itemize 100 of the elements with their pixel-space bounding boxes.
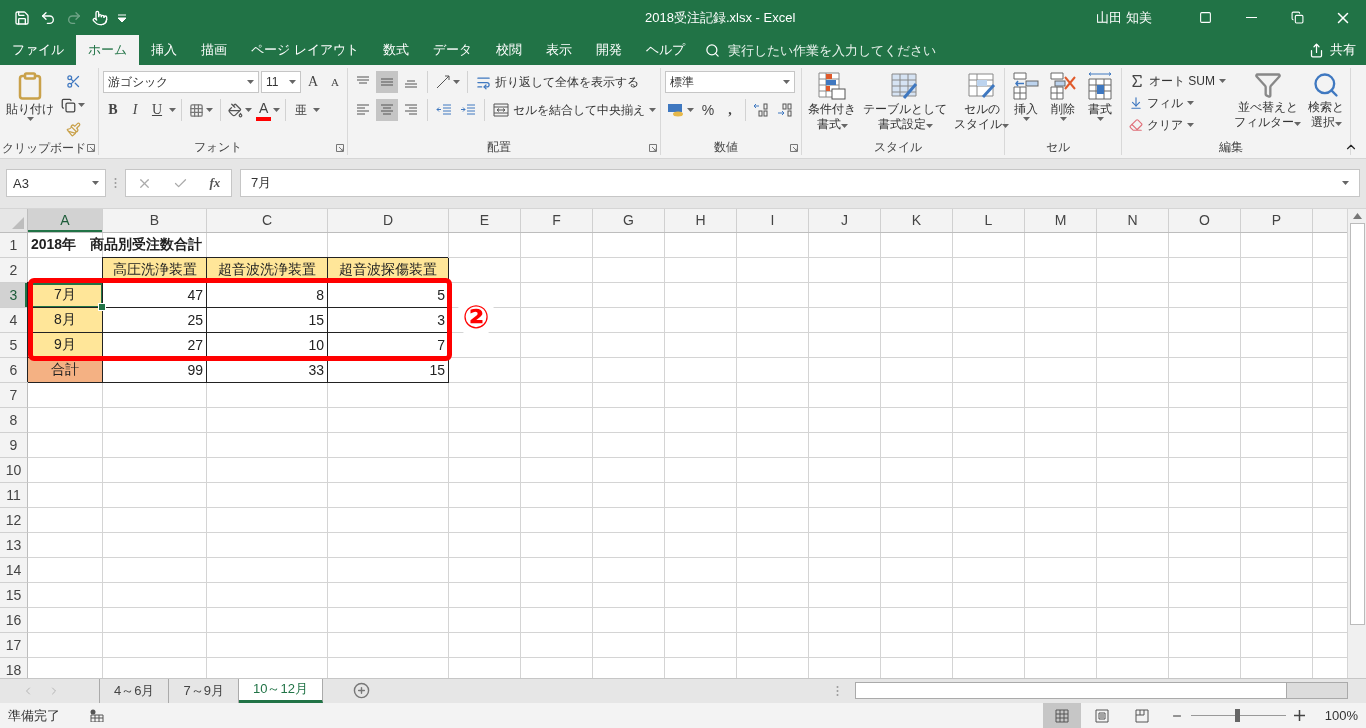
number-format-dropdown[interactable]: 標準 xyxy=(665,71,795,93)
row-header[interactable]: 17 xyxy=(0,632,28,658)
zoom-in-icon[interactable] xyxy=(1293,710,1305,721)
share-button[interactable]: 共有 xyxy=(1299,35,1366,65)
row-header[interactable]: 12 xyxy=(0,507,28,533)
row-header[interactable]: 18 xyxy=(0,657,28,678)
table-cell-text: 2018年 商品別受注数合計 xyxy=(30,235,204,255)
cell-style-icon xyxy=(966,71,997,101)
caret-icon xyxy=(1219,79,1226,83)
menu-tab[interactable]: 挿入 xyxy=(139,35,189,65)
italic-button[interactable]: I xyxy=(125,99,145,121)
caret-icon xyxy=(453,80,460,84)
style-button[interactable]: セルの スタイル xyxy=(952,70,1011,132)
customize-toolbar-icon[interactable] xyxy=(118,13,126,22)
row-header[interactable]: 13 xyxy=(0,532,28,558)
row-header[interactable]: 10 xyxy=(0,457,28,483)
table-cell: 8 xyxy=(207,282,328,308)
row-header[interactable]: 11 xyxy=(0,482,28,508)
sort-filter-button[interactable]: 並べ替えと フィルター xyxy=(1232,70,1303,130)
autosum-button[interactable]: オート SUM xyxy=(1126,70,1229,92)
insert-function-button[interactable]: fx xyxy=(209,175,221,192)
formula-field[interactable]: 7月 xyxy=(240,169,1360,198)
percent-button[interactable]: % xyxy=(698,99,718,121)
underline-button[interactable]: U xyxy=(147,99,167,121)
menu-tab[interactable]: ファイル xyxy=(0,35,76,65)
clear-button[interactable]: クリア xyxy=(1126,114,1229,136)
undo-icon[interactable] xyxy=(40,9,56,26)
caret-icon xyxy=(273,108,281,112)
menu-tab[interactable]: 開発 xyxy=(583,35,634,65)
name-box[interactable]: A3 xyxy=(6,169,106,198)
menu-tab[interactable]: 表示 xyxy=(533,35,584,65)
dialog-launcher-icon[interactable] xyxy=(790,144,798,152)
row-header[interactable]: 16 xyxy=(0,607,28,633)
row-header[interactable]: 6 xyxy=(0,357,28,383)
macro-record-icon[interactable] xyxy=(90,709,104,722)
sheet-tab[interactable]: 10～12月 xyxy=(238,678,323,703)
table-cell: 5 xyxy=(328,282,449,308)
bold-button[interactable]: B xyxy=(103,99,123,121)
drag-handle-icon xyxy=(836,684,839,697)
scrollbar-thumb[interactable] xyxy=(1349,222,1365,625)
find-select-button[interactable]: 検索と 選択 xyxy=(1306,70,1346,130)
menu-tab[interactable]: ヘルプ xyxy=(633,35,697,65)
font-size-dropdown[interactable]: 11 xyxy=(261,71,301,93)
shrink-font-button[interactable]: A xyxy=(325,71,345,93)
font-color-button[interactable]: A xyxy=(256,99,272,121)
redo-icon[interactable] xyxy=(66,9,82,26)
caret-icon xyxy=(169,108,176,112)
fill-handle[interactable] xyxy=(98,302,106,311)
save-icon[interactable] xyxy=(14,9,30,26)
row-header[interactable]: 8 xyxy=(0,407,28,433)
paste-button[interactable]: 貼り付け xyxy=(4,70,56,122)
dialog-launcher-icon[interactable] xyxy=(649,144,657,152)
normal-view-icon xyxy=(1054,708,1069,723)
column-header[interactable]: A xyxy=(28,208,103,232)
horizontal-scrollbar[interactable] xyxy=(855,682,1348,700)
menu-tab[interactable]: ページ レイアウト xyxy=(239,35,371,65)
row-header[interactable]: 1 xyxy=(0,232,28,258)
wrap-text-button[interactable]: 折り返して全体を表示する xyxy=(473,71,642,93)
scrollbar-thumb[interactable] xyxy=(856,683,1287,699)
row-header[interactable]: 14 xyxy=(0,557,28,583)
style-button[interactable]: テーブルとして 書式設定 xyxy=(861,70,949,132)
menu-tab[interactable]: ホーム xyxy=(76,35,139,65)
row-header[interactable]: 4 xyxy=(0,307,28,333)
row-header[interactable]: 5 xyxy=(0,332,28,358)
menu-tab[interactable]: 数式 xyxy=(370,35,421,65)
row-header[interactable]: 7 xyxy=(0,382,28,408)
grow-font-button[interactable]: A xyxy=(303,71,323,93)
phonetic-button[interactable]: 亜 xyxy=(291,99,312,121)
caret-icon xyxy=(1294,122,1301,126)
vertical-scrollbar[interactable] xyxy=(1347,208,1366,678)
touch-mode-icon[interactable] xyxy=(92,9,108,26)
dialog-launcher-icon[interactable] xyxy=(87,144,95,152)
add-sheet-icon[interactable] xyxy=(352,682,370,700)
row-header[interactable]: 3 xyxy=(0,282,28,308)
cells-button[interactable]: 書式 xyxy=(1084,70,1116,122)
scroll-up-icon[interactable] xyxy=(1352,212,1362,219)
menu-tab[interactable]: 校閲 xyxy=(483,35,534,65)
view-button[interactable] xyxy=(1042,703,1081,728)
dialog-launcher-icon[interactable] xyxy=(336,144,344,152)
copy-icon xyxy=(61,97,76,113)
comma-button[interactable]: , xyxy=(720,99,740,121)
menu-tab[interactable]: データ xyxy=(420,35,484,65)
slider-thumb[interactable] xyxy=(1235,709,1241,722)
tell-me-field[interactable]: 実行したい作業を入力してください xyxy=(704,35,990,65)
style-button[interactable]: 条件付き 書式 xyxy=(806,70,858,132)
vertical-align-button[interactable] xyxy=(376,71,398,93)
cells-button[interactable]: 削除 xyxy=(1047,70,1079,122)
merge-center-button[interactable]: セルを結合して中央揃え xyxy=(490,99,659,121)
caret-icon xyxy=(26,117,34,121)
format-cells-icon xyxy=(1086,71,1114,101)
fill-button[interactable]: フィル xyxy=(1126,92,1229,114)
row-header[interactable]: 2 xyxy=(0,257,28,283)
row-header[interactable]: 15 xyxy=(0,582,28,608)
cells-button[interactable]: 挿入 xyxy=(1010,70,1042,122)
menu-tab[interactable]: 描画 xyxy=(189,35,239,65)
font-name-dropdown[interactable]: 游ゴシック xyxy=(103,71,259,93)
row-header[interactable]: 9 xyxy=(0,432,28,458)
group-title: スタイル xyxy=(874,139,922,155)
horizontal-align-button[interactable] xyxy=(376,99,398,121)
caret-icon xyxy=(649,108,656,112)
